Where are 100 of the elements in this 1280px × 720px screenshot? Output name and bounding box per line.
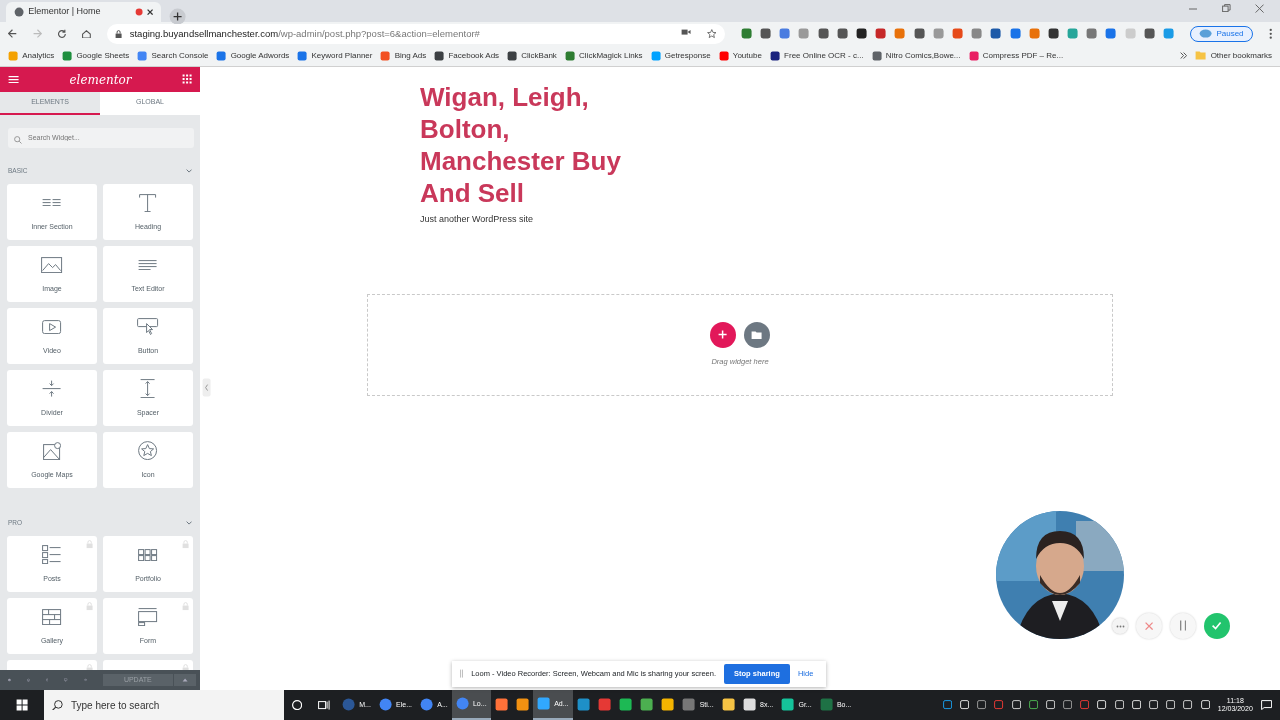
extension-icon[interactable] xyxy=(817,28,829,40)
browser-tab[interactable]: Elementor | Home xyxy=(6,2,161,22)
extension-icon[interactable] xyxy=(990,28,1002,40)
new-tab-icon[interactable] xyxy=(169,8,187,26)
app-icon xyxy=(661,698,675,712)
plus-icon xyxy=(718,330,728,340)
chevron-down-icon[interactable] xyxy=(185,169,192,174)
profile-button[interactable]: Paused xyxy=(1190,26,1253,42)
bookmark-icon xyxy=(871,50,882,62)
pause-button[interactable] xyxy=(1170,613,1196,639)
star-circle-icon xyxy=(138,441,158,461)
tray-icon[interactable] xyxy=(1045,700,1056,710)
bookmark-link[interactable]: Youtube xyxy=(718,50,762,62)
caret-up-icon[interactable] xyxy=(181,677,188,682)
bookmark-link[interactable]: Nitro Comics,Bowe... xyxy=(871,50,961,62)
bookmark-icon xyxy=(62,50,73,62)
bookmark-icon xyxy=(718,50,729,62)
bookmark-icon xyxy=(380,50,391,62)
app-icon xyxy=(494,698,508,712)
bookmark-link[interactable]: ClickBank xyxy=(507,50,557,62)
lock-icon xyxy=(85,602,93,612)
chevron-down-icon[interactable] xyxy=(185,521,192,526)
collapse-handle-icon[interactable] xyxy=(202,378,212,398)
restore-icon[interactable] xyxy=(1222,4,1231,13)
app-icon xyxy=(455,697,469,711)
check-icon xyxy=(1212,622,1222,630)
bookmark-folder[interactable]: Other bookmarks xyxy=(1195,50,1272,62)
bookmark-icon xyxy=(8,50,19,62)
extension-icon[interactable] xyxy=(913,28,925,40)
lock-icon xyxy=(181,664,189,670)
address-bar[interactable]: staging.buyandsellmanchester.com/wp-admin/post.php?post=6&action=elementor# xyxy=(106,24,725,44)
lock-icon xyxy=(85,664,93,670)
play-icon xyxy=(42,319,62,334)
bookmark-link[interactable]: Google Sheets xyxy=(62,50,130,62)
bookmark-icon xyxy=(297,50,308,62)
more-bookmarks-icon[interactable] xyxy=(1180,52,1188,60)
drag-handle-icon[interactable] xyxy=(460,669,464,679)
app-icon xyxy=(342,698,356,712)
close-icon[interactable] xyxy=(146,8,153,16)
bookmark-link[interactable]: Google Adwords xyxy=(216,50,290,62)
bookmark-icon xyxy=(137,50,148,62)
app-icon xyxy=(742,698,757,712)
reload-icon[interactable] xyxy=(57,29,66,39)
more-icon xyxy=(1115,624,1125,628)
star-icon[interactable] xyxy=(707,29,717,39)
text-lines-icon xyxy=(138,259,158,270)
app-icon xyxy=(618,698,633,712)
extension-icon[interactable] xyxy=(1047,28,1060,40)
lock-icon xyxy=(114,29,122,39)
app-icon xyxy=(640,698,654,712)
button-cursor-icon xyxy=(137,318,159,336)
avatar-icon xyxy=(1199,29,1213,39)
menu-icon[interactable] xyxy=(1268,28,1272,40)
bookmark-link[interactable]: Free Online OCR - c... xyxy=(769,50,864,62)
app-icon xyxy=(515,698,529,712)
folder-icon xyxy=(1195,51,1207,61)
extension-icon[interactable] xyxy=(836,28,849,40)
app-icon xyxy=(819,698,833,712)
lock-icon xyxy=(85,540,93,550)
app-icon xyxy=(721,698,735,712)
search-icon xyxy=(52,699,63,711)
site-title[interactable]: Wigan, Leigh, Bolton, Manchester Buy And Sell xyxy=(420,81,630,209)
url-path: /wp-admin/post.php?post=6&action=elementor# xyxy=(278,26,480,41)
extension-icon[interactable] xyxy=(1143,28,1156,40)
extension-icon[interactable] xyxy=(760,28,772,40)
url-host: staging.buyandsellmanchester.com xyxy=(129,26,279,41)
lock-icon xyxy=(181,540,189,550)
back-icon[interactable] xyxy=(8,29,17,39)
bookmark-icon xyxy=(507,50,518,62)
spacer-icon xyxy=(140,379,156,399)
logo: elementor xyxy=(69,71,132,89)
start-icon[interactable] xyxy=(16,698,29,712)
bookmark-link[interactable]: Search Console xyxy=(137,50,209,62)
bookmark-link[interactable]: Getresponse xyxy=(650,50,711,62)
bookmark-link[interactable]: Compress PDF – Re... xyxy=(968,50,1064,62)
template-button[interactable] xyxy=(744,321,770,348)
home-icon[interactable] xyxy=(81,29,91,39)
app-icon xyxy=(597,698,611,712)
cortana-icon[interactable] xyxy=(292,699,303,710)
menu-icon[interactable] xyxy=(8,76,20,84)
tray-icon[interactable] xyxy=(942,700,952,710)
bookmark-link[interactable]: Analytics xyxy=(8,50,55,62)
bookmark-link[interactable]: Keyword Planner xyxy=(297,50,373,62)
form-icon xyxy=(138,607,158,626)
apps-grid-icon[interactable] xyxy=(181,74,192,85)
bookmark-icon xyxy=(968,50,979,62)
extension-icon[interactable] xyxy=(856,28,868,40)
columns-icon xyxy=(42,199,62,207)
notification-icon[interactable] xyxy=(1260,699,1272,711)
bookmark-link[interactable]: Bing Ads xyxy=(380,50,427,62)
map-icon xyxy=(42,441,62,460)
bookmark-link[interactable]: Facebook Ads xyxy=(434,50,500,62)
bookmark-link[interactable]: ClickMagick Links xyxy=(564,50,643,62)
taskbar-search[interactable]: Type here to search xyxy=(44,690,285,720)
pause-icon xyxy=(1179,620,1187,632)
task-view-icon[interactable] xyxy=(318,699,331,710)
add-section-button[interactable] xyxy=(710,321,736,348)
app-icon xyxy=(682,698,696,712)
bookmark-icon xyxy=(216,50,227,62)
camera-icon[interactable] xyxy=(681,29,692,36)
